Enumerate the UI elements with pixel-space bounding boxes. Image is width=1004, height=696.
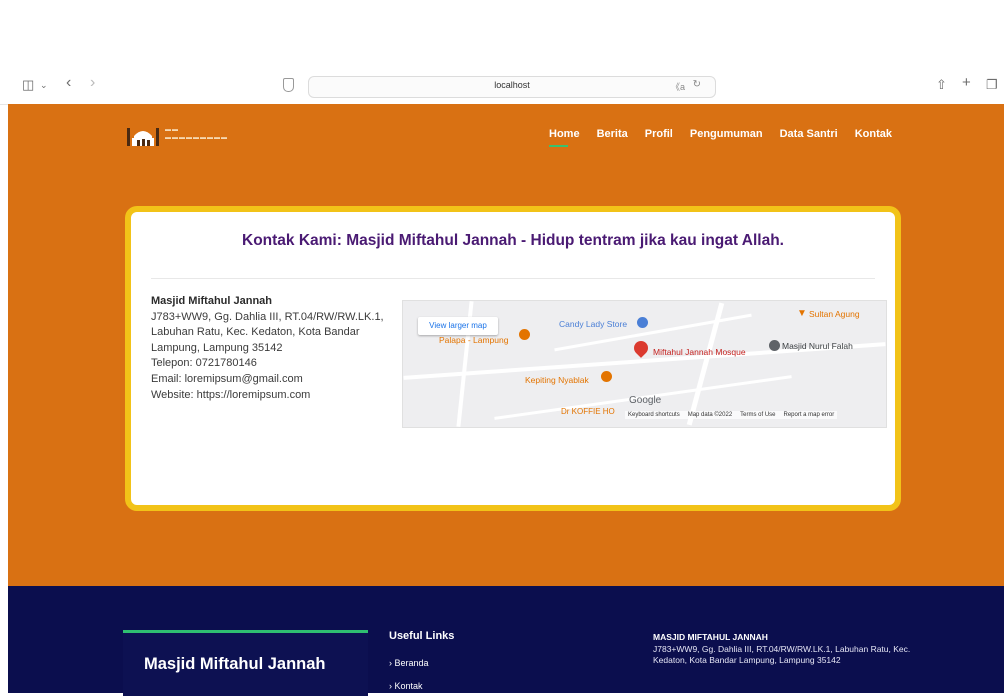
tabs-overview-icon[interactable]: ❐: [986, 77, 998, 93]
translate-icon[interactable]: 《a: [671, 80, 685, 93]
site-footer: Masjid Miftahul Jannah Useful Links › Be…: [8, 586, 1004, 696]
view-larger-map-link[interactable]: View larger map: [418, 317, 498, 335]
shield-icon: [283, 78, 294, 92]
nav-profil[interactable]: Profil: [645, 128, 673, 140]
embedded-map[interactable]: View larger map Candy Lady Store Sultan …: [402, 300, 887, 428]
nav-kontak[interactable]: Kontak: [855, 128, 892, 140]
back-icon[interactable]: ‹: [66, 75, 71, 91]
map-label-koffie[interactable]: Dr KOFFIE HO: [561, 407, 615, 416]
address-bar[interactable]: localhost 《a ↻: [308, 76, 716, 98]
map-keyboard-shortcuts[interactable]: Keyboard shortcuts: [628, 412, 680, 418]
reload-icon[interactable]: ↻: [693, 79, 701, 90]
share-icon[interactable]: ⇧: [936, 77, 947, 93]
browser-toolbar: ◫ ⌄ ‹ › localhost 《a ↻ ⇧ + ❐: [0, 68, 1004, 105]
chevron-down-icon[interactable]: ⌄: [40, 77, 48, 93]
site-logo[interactable]: ▬▬ ▬▬▬▬▬▬▬▬▬: [125, 122, 265, 148]
map-label-sultan[interactable]: Sultan Agung: [809, 309, 860, 319]
map-label-nurul[interactable]: Masjid Nurul Falah: [782, 341, 853, 351]
map-data: Map data ©2022: [687, 412, 733, 418]
nav-berita[interactable]: Berita: [597, 128, 628, 140]
footer-links-heading: Useful Links: [389, 630, 455, 642]
location-pin-icon[interactable]: [631, 338, 651, 358]
map-label-candy[interactable]: Candy Lady Store: [559, 319, 627, 329]
nav-home[interactable]: Home: [549, 128, 580, 147]
food-pin-icon[interactable]: [519, 329, 530, 340]
hero-section: ▬▬ ▬▬▬▬▬▬▬▬▬ Home Berita Profil Pengumuma…: [8, 104, 1004, 586]
mosque-name: Masjid Miftahul Jannah: [151, 295, 273, 307]
footer-link-beranda[interactable]: › Beranda: [389, 658, 454, 668]
forward-icon[interactable]: ›: [90, 75, 95, 91]
contact-heading: Kontak Kami: Masjid Miftahul Jannah - Hi…: [242, 232, 784, 249]
map-report-error[interactable]: Report a map error: [784, 412, 835, 418]
top-blank-area: [0, 0, 1004, 68]
map-label-miftahul[interactable]: Miftahul Jannah Mosque: [653, 347, 746, 357]
mosque-icon: [127, 128, 159, 146]
google-logo: Google: [629, 395, 662, 406]
sidebar-icon[interactable]: ◫: [22, 77, 34, 93]
contact-card: Kontak Kami: Masjid Miftahul Jannah - Hi…: [125, 206, 901, 511]
divider: [151, 278, 875, 279]
mosque-pin-icon[interactable]: [769, 340, 780, 351]
footer-brand: Masjid Miftahul Jannah: [144, 655, 326, 673]
new-tab-icon[interactable]: +: [962, 75, 971, 91]
url-text: localhost: [494, 80, 530, 90]
contact-details: Masjid Miftahul Jannah J783+WW9, Gg. Dah…: [151, 294, 386, 403]
nav-pengumuman[interactable]: Pengumuman: [690, 128, 763, 140]
mosque-email: Email: loremipsum@gmail.com: [151, 372, 303, 385]
map-label-kepiting[interactable]: Kepiting Nyablak: [525, 375, 589, 385]
mosque-phone: Telepon: 0721780146: [151, 357, 257, 370]
footer-contact-address: J783+WW9, Gg. Dahlia III, RT.04/RW/RW.LK…: [653, 643, 911, 666]
website: ▬▬ ▬▬▬▬▬▬▬▬▬ Home Berita Profil Pengumuma…: [8, 104, 1004, 696]
footer-contact: MASJID MIFTAHUL JANNAH J783+WW9, Gg. Dah…: [653, 632, 913, 667]
footer-link-kontak[interactable]: › Kontak: [389, 681, 454, 691]
mosque-address: J783+WW9, Gg. Dahlia III, RT.04/RW/RW.LK…: [151, 310, 384, 354]
main-nav: Home Berita Profil Pengumuman Data Santr…: [549, 128, 892, 147]
nav-data-santri[interactable]: Data Santri: [780, 128, 838, 140]
food-pin-icon: ▼: [797, 308, 807, 319]
logo-text: ▬▬ ▬▬▬▬▬▬▬▬▬: [165, 127, 228, 141]
map-footer: Keyboard shortcuts Map data ©2022 Terms …: [625, 411, 838, 419]
footer-links: Useful Links › Beranda › Kontak: [389, 630, 454, 691]
map-label-palapa[interactable]: Palapa - Lampung: [439, 335, 508, 345]
food-pin-icon[interactable]: [601, 371, 612, 382]
footer-contact-heading: MASJID MIFTAHUL JANNAH: [653, 632, 768, 642]
footer-brand-card: Masjid Miftahul Jannah: [123, 630, 368, 696]
shop-pin-icon[interactable]: [637, 317, 648, 328]
map-terms[interactable]: Terms of Use: [740, 412, 775, 418]
mosque-website: Website: https://loremipsum.com: [151, 388, 311, 401]
